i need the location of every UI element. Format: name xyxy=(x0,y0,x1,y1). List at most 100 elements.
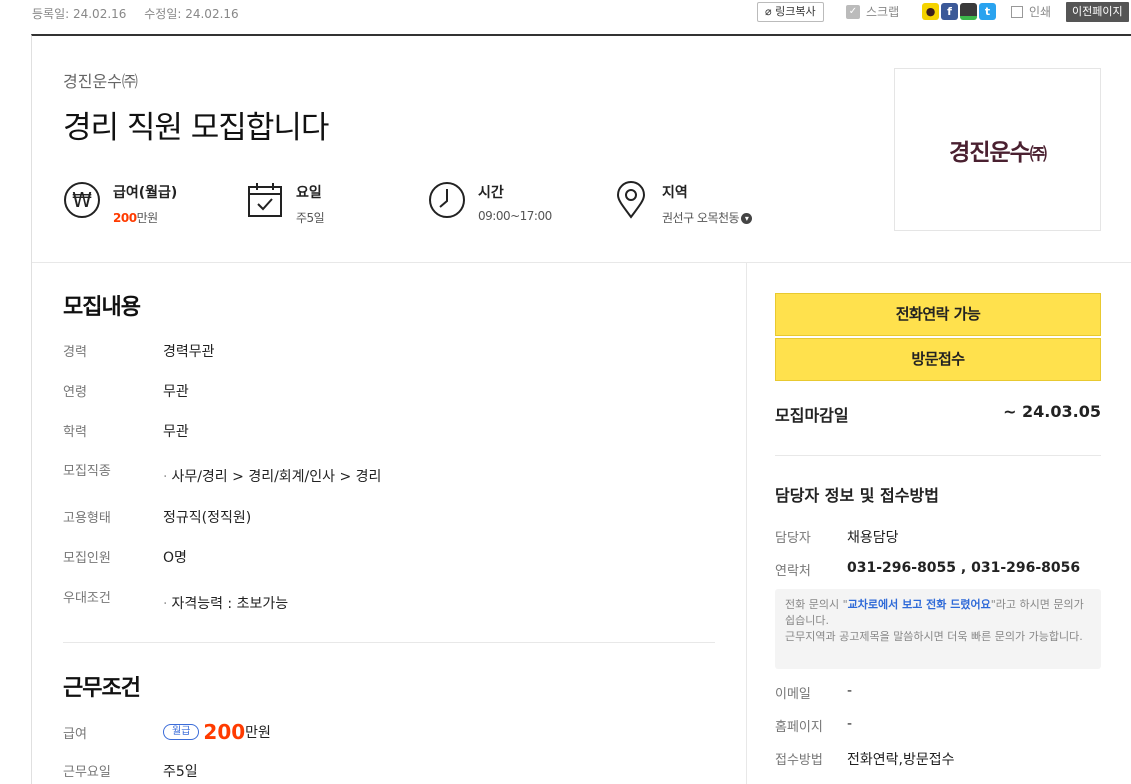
print-label: 인쇄 xyxy=(1029,5,1052,19)
row-label: 이메일 xyxy=(775,687,811,702)
pay-amount: 200 xyxy=(203,720,246,744)
email-row: 이메일 - xyxy=(775,683,1101,702)
modified-date: 수정일: 24.02.16 xyxy=(144,7,239,21)
row-value: O명 xyxy=(163,550,187,566)
bullet: · xyxy=(163,596,168,612)
row-value: 정규직(정직원) xyxy=(163,510,252,526)
row-value: 무관 xyxy=(163,424,189,440)
row-label: 연락처 xyxy=(775,564,811,579)
summary-pay-value: 200 xyxy=(113,211,137,225)
won-icon: ₩ xyxy=(64,182,100,218)
recruit-row-headcount: 모집인원 O명 xyxy=(63,547,713,567)
summary-time-title: 시간 xyxy=(478,185,504,201)
deadline-row: 모집마감일 ~ 24.03.05 xyxy=(775,402,1101,426)
phone-number[interactable]: 031-296-8055 , 031-296-8056 xyxy=(847,560,1080,579)
row-value: 무관 xyxy=(163,384,189,400)
row-value: 경력무관 xyxy=(163,344,215,360)
note-highlight: 교차로에서 보고 전화 드렸어요 xyxy=(847,598,991,611)
summary-area: 지역 권선구 오목천동 ▾ xyxy=(612,181,753,226)
location-pin-icon xyxy=(616,181,646,219)
calendar-icon xyxy=(248,183,282,217)
row-value: 전화연락,방문접수 xyxy=(847,752,955,768)
row-label: 고용형태 xyxy=(63,511,111,526)
row-label: 연령 xyxy=(63,385,87,400)
link-icon: ⌀ xyxy=(765,5,772,18)
phone-contact-button[interactable]: 전화연락 가능 xyxy=(775,293,1101,336)
expand-down-icon[interactable]: ▾ xyxy=(741,213,753,224)
pay-unit: 만원 xyxy=(245,725,271,741)
summary-days-value: 주5일 xyxy=(296,211,325,225)
recruit-row-age: 연령 무관 xyxy=(63,381,713,401)
svg-text:₩: ₩ xyxy=(72,188,92,212)
summary-pay: ₩ 급여(월급) 200만원 xyxy=(63,181,177,226)
row-label: 담당자 xyxy=(775,531,811,546)
row-label: 근무요일 xyxy=(63,765,111,780)
band-icon[interactable] xyxy=(960,3,977,20)
scrap-button[interactable]: ✓ 스크랩 xyxy=(846,3,899,20)
row-label: 접수방법 xyxy=(775,753,823,768)
header-divider xyxy=(32,262,1131,263)
phone-row: 연락처 031-296-8055 , 031-296-8056 xyxy=(775,560,1101,579)
summary-area-title: 지역 xyxy=(662,185,688,201)
row-label: 급여 xyxy=(63,726,87,742)
row-label: 학력 xyxy=(63,425,87,440)
top-meta-bar: 등록일: 24.02.16 수정일: 24.02.16 ⌀ 링크복사 ✓ 스크랩… xyxy=(0,0,1131,26)
clock-icon xyxy=(429,182,465,218)
pay-type-badge: 월급 xyxy=(163,724,200,740)
work-row-pay: 급여 월급 200만원 xyxy=(63,720,713,744)
visit-apply-button[interactable]: 방문접수 xyxy=(775,338,1101,381)
summary-pay-unit: 만원 xyxy=(136,211,159,225)
recruit-row-job-type: 모집직종 · 사무/경리 > 경리/회계/인사 > 경리 xyxy=(63,460,713,486)
prev-page-button[interactable]: 이전페이지 xyxy=(1066,2,1129,22)
deadline-label: 모집마감일 xyxy=(775,406,849,425)
page-title: 경리 직원 모집합니다 xyxy=(63,110,329,146)
method-row: 접수방법 전화연락,방문접수 xyxy=(775,749,1101,769)
row-value: - xyxy=(847,683,853,699)
link-copy-button[interactable]: ⌀ 링크복사 xyxy=(757,2,824,22)
contact-heading: 담당자 정보 및 접수방법 xyxy=(775,486,939,505)
share-icons: ● f t xyxy=(922,3,996,20)
job-post-card: 경진운수㈜ 경리 직원 모집합니다 ₩ 급여(월급) 200만원 요일 주5일 xyxy=(31,34,1131,784)
work-heading: 근무조건 xyxy=(63,676,141,701)
scrap-label: 스크랩 xyxy=(866,5,900,19)
row-label: 경력 xyxy=(63,345,87,360)
bullet: · xyxy=(163,469,168,485)
recruit-row-career: 경력 경력무관 xyxy=(63,341,713,361)
recruit-row-education: 학력 무관 xyxy=(63,421,713,441)
twitter-icon[interactable]: t xyxy=(979,3,996,20)
column-divider xyxy=(746,263,747,784)
row-value: - xyxy=(847,716,853,732)
checkbox-icon: ✓ xyxy=(846,4,860,19)
facebook-icon[interactable]: f xyxy=(941,3,958,20)
row-value: 자격능력 : 초보가능 xyxy=(171,596,289,612)
logo-text: 경진운수 xyxy=(949,139,1031,166)
company-name[interactable]: 경진운수㈜ xyxy=(63,68,138,92)
summary-days-title: 요일 xyxy=(296,185,322,201)
note-text: 전화 문의시 " xyxy=(785,598,848,611)
row-value: 채용담당 xyxy=(847,530,899,546)
recruit-row-employment: 고용형태 정규직(정직원) xyxy=(63,507,713,527)
deadline-value: ~ 24.03.05 xyxy=(1003,402,1101,421)
side-divider xyxy=(775,455,1101,456)
note-text: 근무지역과 공고제목을 말씀하시면 더욱 빠른 문의가 가능합니다. xyxy=(785,630,1083,643)
row-value: 사무/경리 > 경리/회계/인사 > 경리 xyxy=(171,469,382,485)
kakaotalk-icon[interactable]: ● xyxy=(922,3,939,20)
homepage-row: 홈페이지 - xyxy=(775,716,1101,735)
company-logo: 경진운수㈜ xyxy=(894,68,1101,231)
print-button[interactable]: 인쇄 xyxy=(1011,3,1051,20)
link-copy-label: 링크복사 xyxy=(775,5,816,18)
printer-icon xyxy=(1011,5,1023,18)
summary-pay-title: 급여(월급) xyxy=(113,185,178,201)
row-label: 우대조건 xyxy=(63,591,111,606)
row-label: 모집인원 xyxy=(63,551,111,566)
summary-days: 요일 주5일 xyxy=(246,181,325,226)
summary-area-value: 권선구 오목천동 xyxy=(662,211,740,225)
phone-inquiry-note: 전화 문의시 "교차로에서 보고 전화 드렸어요"라고 하시면 문의가 쉽습니다… xyxy=(775,589,1101,669)
summary-time-value: 09:00~17:00 xyxy=(478,209,552,223)
row-label: 모집직종 xyxy=(63,464,111,479)
post-dates: 등록일: 24.02.16 수정일: 24.02.16 xyxy=(32,5,253,22)
recruit-heading: 모집내용 xyxy=(63,295,141,320)
work-row-days: 근무요일 주5일 xyxy=(63,761,713,781)
manager-row: 담당자 채용담당 xyxy=(775,527,1101,547)
recruit-row-preference: 우대조건 · 자격능력 : 초보가능 xyxy=(63,587,713,613)
